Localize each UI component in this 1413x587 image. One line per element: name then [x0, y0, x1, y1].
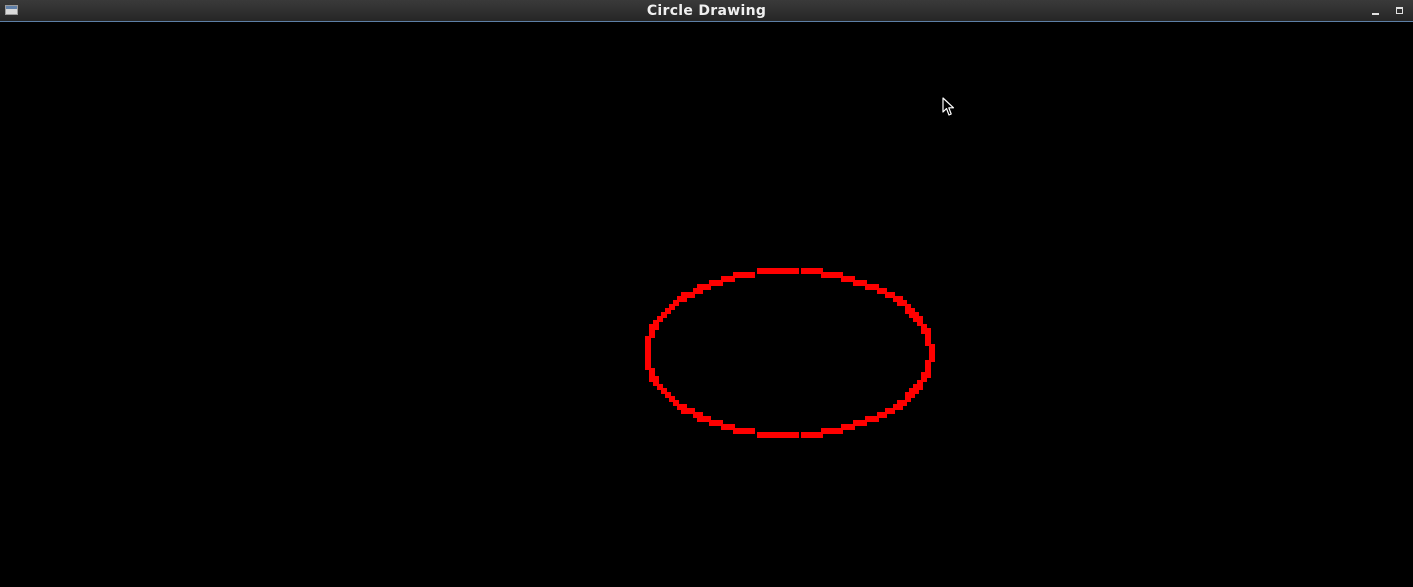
minimize-icon[interactable]	[1369, 4, 1381, 16]
drawing-surface	[645, 268, 935, 438]
ellipse-pixel	[793, 268, 799, 274]
drawing-canvas[interactable]	[0, 23, 1413, 587]
red-ellipse	[645, 268, 935, 438]
arrow-cursor-icon	[942, 97, 955, 116]
window-title: Circle Drawing	[646, 3, 767, 19]
ellipse-pixel	[801, 432, 807, 438]
app-window: Circle Drawing	[0, 0, 1413, 587]
ellipse-pixel	[757, 432, 763, 438]
maximize-icon[interactable]	[1393, 4, 1405, 16]
ellipse-pixel	[749, 272, 755, 278]
title-bar[interactable]: Circle Drawing	[0, 0, 1413, 22]
ellipse-pixel	[929, 348, 935, 354]
